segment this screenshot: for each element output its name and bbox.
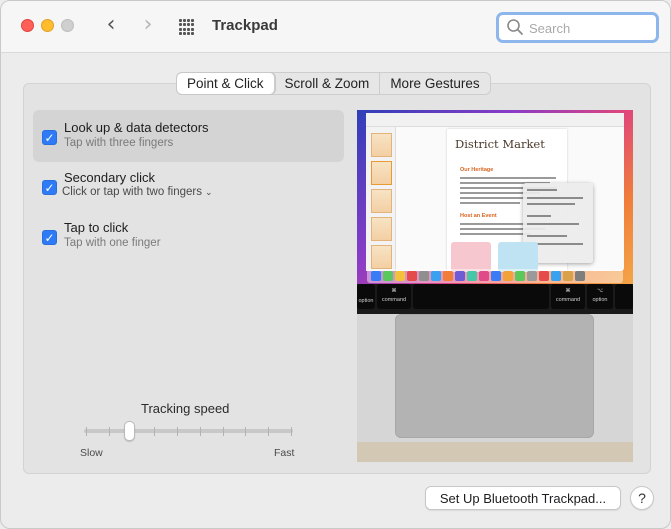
search-field[interactable] <box>496 12 659 43</box>
preview-page-sidebar <box>366 127 396 271</box>
tab-bar: Point & Click Scroll & Zoom More Gesture… <box>176 72 491 95</box>
slow-label: Slow <box>80 447 103 459</box>
slider-tick <box>86 427 87 436</box>
preview-card <box>498 242 538 272</box>
slider-tick <box>177 427 179 436</box>
preview-toolbar <box>366 113 624 127</box>
preview-keyboard: option ⌘ command ⌘ command ⌥ option <box>357 284 633 314</box>
page-thumbnail <box>371 189 392 213</box>
tab-point-click[interactable]: Point & Click <box>177 73 275 94</box>
gesture-preview: District Market Our Heritage Host an Eve… <box>357 110 633 462</box>
close-button[interactable] <box>21 19 34 32</box>
grid-icon[interactable] <box>179 19 195 35</box>
option-title: Tap to click <box>64 220 129 235</box>
page-thumbnail <box>371 161 392 185</box>
chevron-left-icon[interactable]: ‹ <box>100 14 122 37</box>
preview-app-window: District Market Our Heritage Host an Eve… <box>366 113 624 272</box>
preview-trackpad <box>395 314 594 438</box>
page-thumbnail <box>371 217 392 241</box>
option-secondary-click[interactable]: ✓ Secondary click Click or tap with two … <box>33 160 344 212</box>
titlebar: ‹ › Trackpad <box>1 1 670 53</box>
page-thumbnail <box>371 245 392 269</box>
setup-bluetooth-trackpad-button[interactable]: Set Up Bluetooth Trackpad... <box>425 486 621 510</box>
preview-card <box>451 242 491 272</box>
slider-tick <box>245 427 247 436</box>
page-thumbnail <box>371 133 392 157</box>
tracking-speed-label: Tracking speed <box>141 401 230 416</box>
tab-more-gestures[interactable]: More Gestures <box>380 73 489 94</box>
preview-screen: District Market Our Heritage Host an Eve… <box>357 110 633 284</box>
preview-doc-heading: Host an Event <box>460 213 497 219</box>
command-key: ⌘ command <box>551 284 585 309</box>
slider-tick <box>291 427 292 436</box>
option-subtitle: Tap with one finger <box>64 237 161 249</box>
window-title: Trackpad <box>212 17 278 34</box>
space-key <box>413 284 549 309</box>
option-title: Secondary click <box>64 170 156 185</box>
trackpad-window: ‹ › Trackpad Point & Click Scroll & Zoom… <box>0 0 671 529</box>
look-up-checkbox[interactable]: ✓ <box>42 130 57 145</box>
option-title: Look up & data detectors <box>64 120 209 135</box>
tracking-speed-track[interactable] <box>84 429 293 433</box>
chevron-right-icon[interactable]: › <box>137 14 159 37</box>
minimize-button[interactable] <box>41 19 54 32</box>
option-key: option <box>357 284 375 309</box>
chevron-down-icon: ⌄ <box>204 188 213 198</box>
command-key: ⌘ command <box>377 284 411 309</box>
slider-tick <box>268 427 270 436</box>
option-look-up[interactable]: ✓ Look up & data detectors Tap with thre… <box>33 110 344 162</box>
slider-tick <box>222 427 224 436</box>
tracking-speed-knob[interactable] <box>124 421 136 441</box>
option-subtitle: Tap with three fingers <box>64 137 174 149</box>
search-icon <box>507 19 523 35</box>
preview-doc-title: District Market <box>455 137 545 151</box>
help-button[interactable]: ? <box>630 486 654 510</box>
option-subtitle: Click or tap with two fingers <box>62 186 202 198</box>
slider-tick <box>199 427 201 436</box>
tap-to-click-checkbox[interactable]: ✓ <box>42 230 57 245</box>
fast-label: Fast <box>274 447 295 459</box>
option-key: ⌥ option <box>587 284 613 309</box>
preview-doc-heading: Our Heritage <box>460 167 494 173</box>
tab-scroll-zoom[interactable]: Scroll & Zoom <box>275 73 381 94</box>
arrow-key <box>615 284 633 309</box>
search-input[interactable] <box>529 18 649 38</box>
secondary-click-dropdown[interactable]: Click or tap with two fingers ⌄ <box>62 186 213 198</box>
option-tap-to-click[interactable]: ✓ Tap to click Tap with one finger <box>33 210 344 262</box>
secondary-click-checkbox[interactable]: ✓ <box>42 180 57 195</box>
slider-tick <box>154 427 156 436</box>
slider-tick <box>108 427 110 436</box>
preview-dock <box>367 269 623 283</box>
zoom-button[interactable] <box>61 19 74 32</box>
preview-desk <box>357 442 633 462</box>
